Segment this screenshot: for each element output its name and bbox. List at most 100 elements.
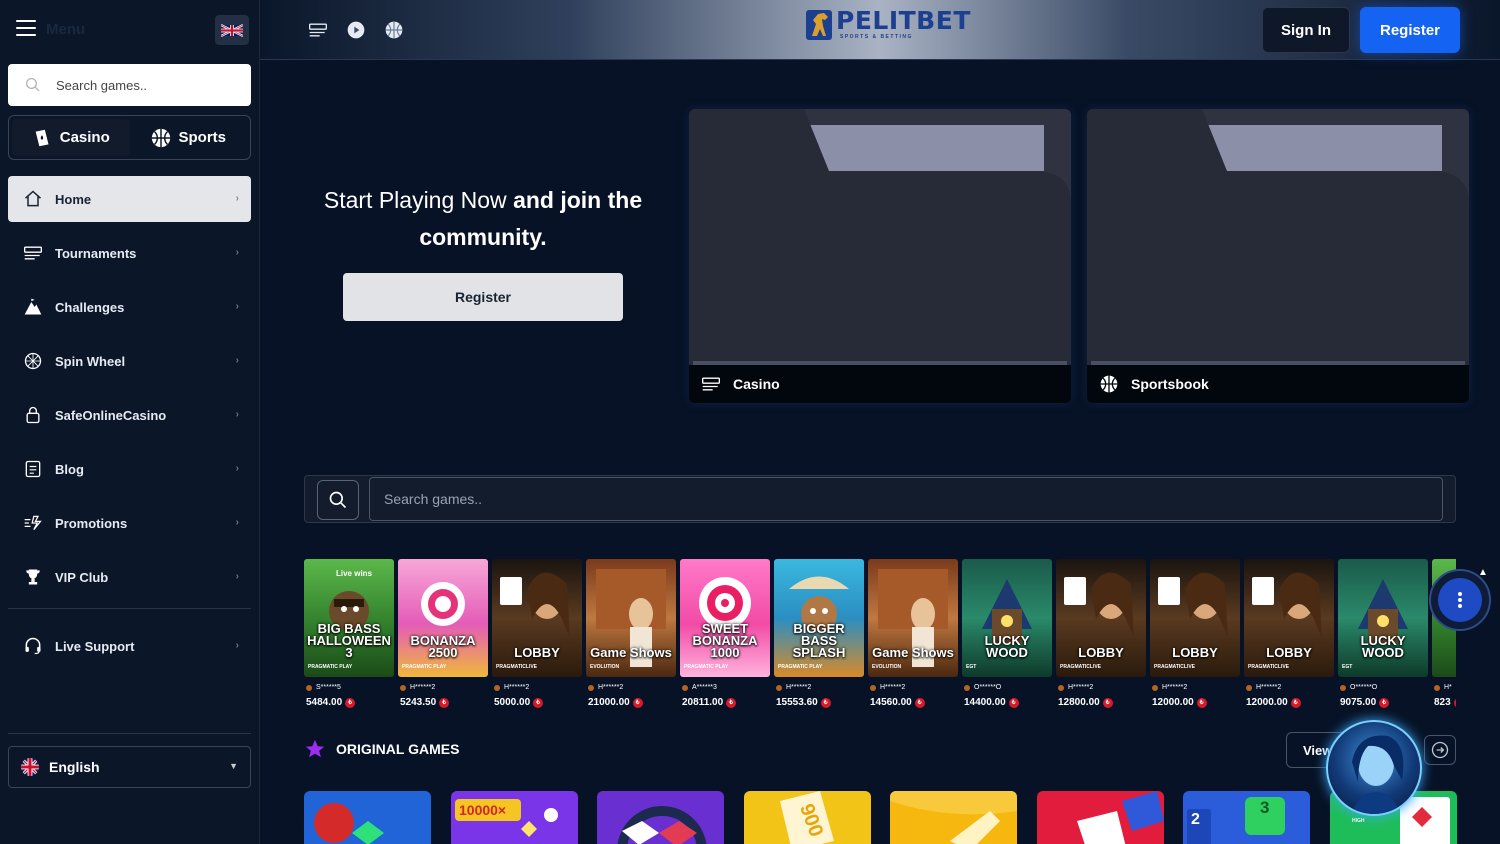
sidebar-item-vip-club[interactable]: VIP Club › xyxy=(8,554,251,600)
sign-in-button[interactable]: Sign In xyxy=(1262,7,1350,53)
live-win-item[interactable]: BIGGER BASS SPLASH PRAGMATIC PLAY H******2… xyxy=(774,559,864,708)
game-provider: PRAGMATICLIVE xyxy=(1248,664,1290,670)
user-level-icon xyxy=(1058,684,1064,691)
original-game-card[interactable] xyxy=(890,791,1017,844)
sidebar-item-blog[interactable]: Blog › xyxy=(8,446,251,492)
original-game-card[interactable]: 3 2 xyxy=(1183,791,1310,844)
sidebar-item-promotions[interactable]: Promotions › xyxy=(8,500,251,546)
site-logo[interactable]: PELITBET SPORTS & BETTING xyxy=(806,8,971,42)
win-amount: 5243.50 xyxy=(400,697,437,708)
chevron-up-icon[interactable]: ▲ xyxy=(1478,568,1490,580)
winner-row: H******2 xyxy=(586,684,676,691)
star-icon xyxy=(305,739,325,758)
live-win-item[interactable]: BIG BASS HALLOWEEN 3 PRAGMATIC PLAY Live w… xyxy=(304,559,394,708)
game-thumbnail[interactable]: LUCKY WOOD EGT xyxy=(962,559,1052,677)
support-avatar[interactable] xyxy=(1326,720,1422,816)
search-button[interactable] xyxy=(317,480,359,520)
original-game-card[interactable]: 900 xyxy=(744,791,871,844)
win-amount: 12000.00 xyxy=(1152,697,1194,708)
sportsbook-promo-card[interactable]: Sportsbook xyxy=(1087,109,1469,403)
next-arrow-button[interactable] xyxy=(1424,735,1456,765)
language-label: English xyxy=(49,759,100,775)
win-amount-row: 9075.00 ₺ xyxy=(1338,697,1428,708)
win-amount-row: 14400.00 ₺ xyxy=(962,697,1052,708)
live-win-item[interactable]: LOBBY PRAGMATICLIVE H******2 5000.00 ₺ xyxy=(492,559,582,708)
winner-row: H******2 xyxy=(774,684,864,691)
game-thumbnail[interactable]: LOBBY PRAGMATICLIVE xyxy=(492,559,582,677)
original-game-card[interactable] xyxy=(597,791,724,844)
language-flag-button[interactable] xyxy=(215,15,249,45)
live-win-item[interactable]: Game Shows EVOLUTION H******2 14560.00 ₺ xyxy=(868,559,958,708)
game-title: LUCKY WOOD xyxy=(1360,633,1406,660)
live-win-item[interactable]: Game Shows EVOLUTION H******2 21000.00 ₺ xyxy=(586,559,676,708)
hero-headline: Start Playing Now and join the community… xyxy=(300,182,666,256)
original-game-card[interactable] xyxy=(1037,791,1164,844)
sidebar-item-home[interactable]: Home › xyxy=(8,176,251,222)
casino-promo-card[interactable]: Casino xyxy=(689,109,1071,403)
register-button[interactable]: Register xyxy=(1360,7,1460,53)
winner-username: H******2 xyxy=(598,684,624,691)
original-games-header: ORIGINAL GAMES xyxy=(304,738,459,760)
keno-game-art xyxy=(890,791,1017,844)
game-thumbnail[interactable]: LUCKY WOOD EGT xyxy=(1338,559,1428,677)
sidebar-item-live-support[interactable]: Live Support › xyxy=(8,623,251,669)
lira-currency-icon: ₺ xyxy=(345,697,356,708)
game-thumbnail[interactable]: BONANZA 2500 PRAGMATIC PLAY xyxy=(398,559,488,677)
win-amount: 15553.60 xyxy=(776,697,818,708)
live-win-item[interactable]: LOBBY PRAGMATICLIVE H******2 12000.00 ₺ xyxy=(1244,559,1334,708)
play-icon[interactable] xyxy=(346,20,366,40)
game-provider: PRAGMATIC PLAY xyxy=(684,664,729,670)
casino-icon[interactable] xyxy=(308,20,328,40)
sidebar-item-label: SafeOnlineCasino xyxy=(55,407,167,423)
sidebar-search-input[interactable] xyxy=(56,77,226,93)
game-thumbnail[interactable]: Game Shows EVOLUTION xyxy=(868,559,958,677)
winner-username: O******O xyxy=(974,684,1002,691)
cards-game-art xyxy=(1077,791,1164,844)
winner-row: S******5 xyxy=(304,684,394,691)
cards-icon xyxy=(35,129,49,146)
game-title: SWEET BONANZA 1000 xyxy=(692,621,758,660)
uk-flag-icon xyxy=(221,23,243,37)
winner-username: H******2 xyxy=(504,684,530,691)
hero-register-button[interactable]: Register xyxy=(343,273,623,321)
sidebar-item-safeonlinecasino[interactable]: SafeOnlineCasino › xyxy=(8,392,251,438)
casino-card-label: Casino xyxy=(733,376,780,392)
winner-username: H******2 xyxy=(880,684,906,691)
game-search-input[interactable] xyxy=(369,477,1443,521)
game-thumbnail[interactable]: SWEET BONANZA 1000 PRAGMATIC PLAY xyxy=(680,559,770,677)
sidebar-item-spin-wheel[interactable]: Spin Wheel › xyxy=(8,338,251,384)
language-select[interactable]: English ▼ xyxy=(8,746,251,788)
user-level-icon xyxy=(1246,684,1252,691)
live-win-item[interactable]: BONANZA 2500 PRAGMATIC PLAY H******2 5243.5… xyxy=(398,559,488,708)
top-bar: PELITBET SPORTS & BETTING Sign In Regist… xyxy=(260,0,1500,60)
game-thumbnail[interactable]: BIGGER BASS SPLASH PRAGMATIC PLAY xyxy=(774,559,864,677)
original-game-card[interactable] xyxy=(304,791,431,844)
casino-card-label-bar: Casino xyxy=(689,365,1071,403)
win-amount: 21000.00 xyxy=(588,697,630,708)
sidebar-item-tournaments[interactable]: Tournaments › xyxy=(8,230,251,276)
basketball-icon[interactable] xyxy=(384,20,404,40)
winner-username: O******O xyxy=(1350,684,1378,691)
user-level-icon xyxy=(494,684,500,691)
win-amount: 823 xyxy=(1434,697,1451,708)
original-game-card[interactable]: 10000× xyxy=(451,791,578,844)
casino-mode-button[interactable]: Casino xyxy=(12,119,130,156)
sidebar-item-label: Live Support xyxy=(55,638,135,654)
live-win-item[interactable]: LUCKY WOOD EGT O******O 9075.00 ₺ xyxy=(1338,559,1428,708)
sidebar-item-challenges[interactable]: Challenges › xyxy=(8,284,251,330)
sports-mode-button[interactable]: Sports xyxy=(130,119,248,156)
game-thumbnail[interactable]: LOBBY PRAGMATICLIVE xyxy=(1056,559,1146,677)
game-thumbnail[interactable]: BIG BASS HALLOWEEN 3 PRAGMATIC PLAY Live w… xyxy=(304,559,394,677)
live-win-item[interactable]: LOBBY PRAGMATICLIVE H******2 12800.00 ₺ xyxy=(1056,559,1146,708)
win-amount: 9075.00 xyxy=(1340,697,1377,708)
hamburger-menu-icon[interactable] xyxy=(16,20,36,36)
menu-label: Menu xyxy=(46,21,86,38)
game-thumbnail[interactable]: Game Shows EVOLUTION xyxy=(586,559,676,677)
game-thumbnail[interactable]: LOBBY PRAGMATICLIVE xyxy=(1244,559,1334,677)
live-win-item[interactable]: LUCKY WOOD EGT O******O 14400.00 ₺ xyxy=(962,559,1052,708)
tower-step-badge: 2 xyxy=(1191,811,1200,828)
live-win-item[interactable]: LOBBY PRAGMATICLIVE H******2 12000.00 ₺ xyxy=(1150,559,1240,708)
headset-icon xyxy=(22,635,44,657)
live-win-item[interactable]: SWEET BONANZA 1000 PRAGMATIC PLAY A******3… xyxy=(680,559,770,708)
game-thumbnail[interactable]: LOBBY PRAGMATICLIVE xyxy=(1150,559,1240,677)
